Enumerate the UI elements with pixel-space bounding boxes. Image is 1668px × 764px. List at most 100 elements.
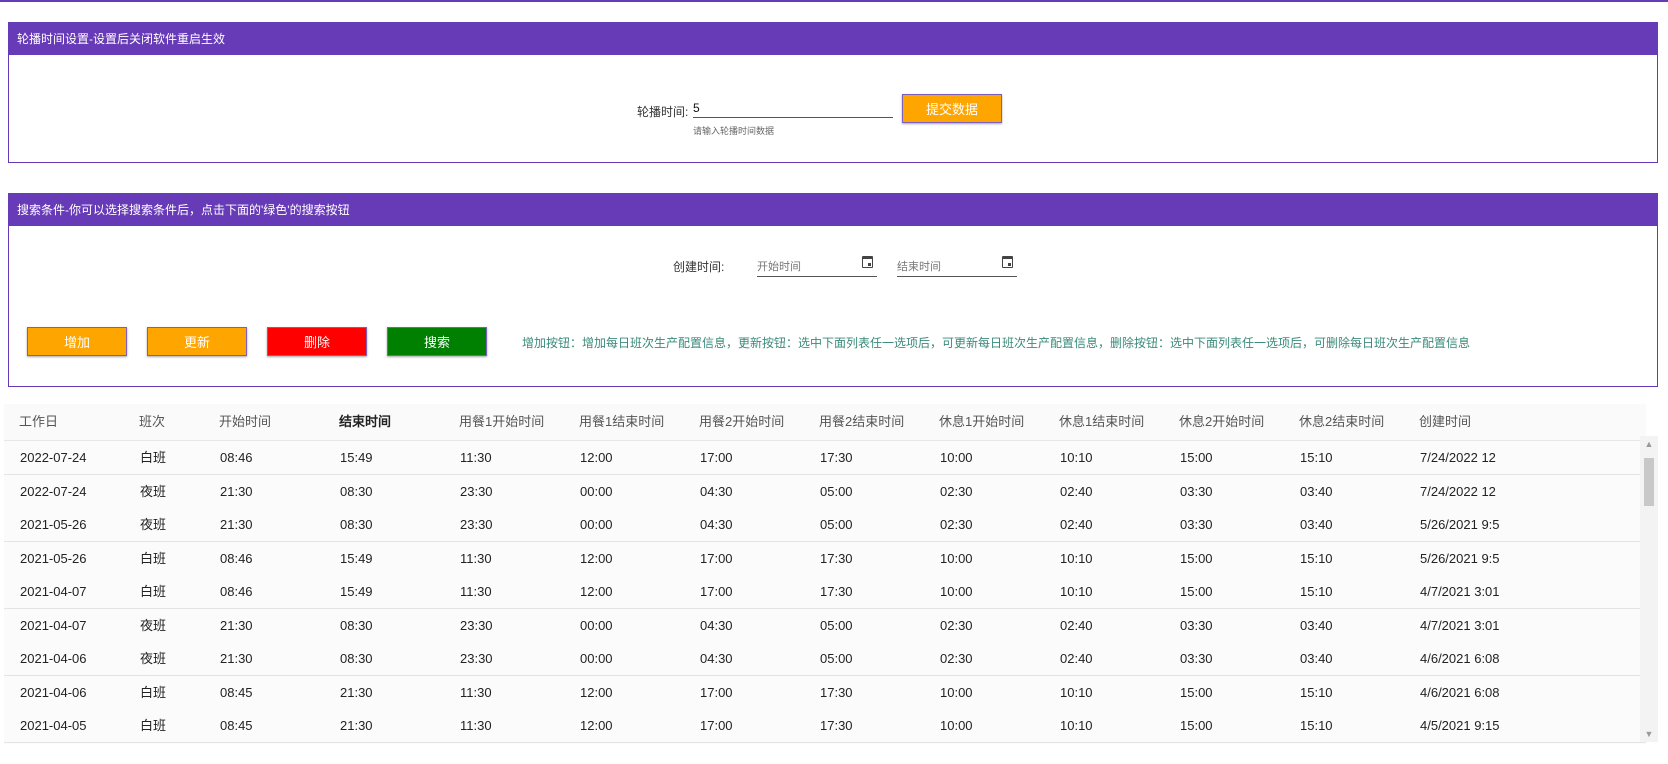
column-header[interactable]: 休息2结束时间 [1299,404,1384,440]
scroll-up-icon[interactable]: ▲ [1640,436,1658,452]
table-cell: 08:45 [220,684,253,700]
table-cell: 21:30 [220,483,253,499]
submit-data-button[interactable]: 提交数据 [902,94,1002,123]
table-cell: 17:30 [820,718,853,733]
table-cell: 12:00 [580,550,613,566]
column-header[interactable]: 用餐1开始时间 [459,404,544,440]
table-cell: 10:10 [1060,584,1093,599]
table-cell: 08:46 [220,584,253,599]
table-row[interactable]: 2021-04-07 白班 08:46 15:49 11:30 12:00 17:00 17:… [4,575,1646,609]
column-header[interactable]: 休息1结束时间 [1059,404,1144,440]
table-cell: 02:30 [940,651,973,666]
buttons-help-text: 增加按钮：增加每日班次生产配置信息，更新按钮：选中下面列表任一选项后，可更新每日… [522,336,1471,350]
scroll-down-icon[interactable]: ▼ [1640,726,1658,742]
table-row[interactable]: 2022-07-24 白班 08:46 15:49 11:30 12:00 17:00 17:… [4,441,1646,475]
table-cell: 夜班 [140,483,167,499]
table-cell: 15:00 [1180,450,1213,465]
table-cell: 17:00 [700,684,733,700]
table-cell: 4/6/2021 6:08 [1420,684,1500,700]
table-cell: 2021-04-05 [20,718,87,733]
column-header[interactable]: 休息2开始时间 [1179,404,1264,440]
table-cell: 17:00 [700,584,733,599]
table-cell: 08:45 [220,718,253,733]
table-cell: 11:30 [460,684,492,700]
table-cell: 12:00 [580,584,613,599]
update-button[interactable]: 更新 [147,327,247,356]
table-row[interactable]: 2021-05-26 白班 08:46 15:49 11:30 12:00 17:00 17:… [4,541,1646,576]
table-row[interactable]: 2021-04-06 白班 08:45 21:30 11:30 12:00 17:00 17:… [4,675,1646,710]
end-date-picker[interactable]: 结束时间 [897,254,1017,277]
table-cell: 4/7/2021 3:01 [1420,584,1500,599]
table-cell: 17:00 [700,718,733,733]
table-cell: 2021-04-07 [20,617,87,633]
table-cell: 02:40 [1060,483,1093,499]
column-header[interactable]: 用餐2开始时间 [699,404,784,440]
table-cell: 03:40 [1300,517,1333,532]
column-header[interactable]: 工作日 [19,404,58,440]
end-date-placeholder: 结束时间 [897,261,941,273]
calendar-icon[interactable] [862,256,873,268]
table-cell: 03:30 [1180,483,1213,499]
shift-config-table: 工作日 班次 开始时间 结束时间 用餐1开始时间 用餐1结束时间 用餐2开始时间… [4,404,1646,744]
delete-button[interactable]: 删除 [267,327,367,356]
table-cell: 白班 [140,450,167,465]
table-cell: 04:30 [700,483,733,499]
column-header[interactable]: 结束时间 [339,404,391,440]
table-row[interactable]: 2021-04-07 夜班 21:30 08:30 23:30 00:00 04:30 05:… [4,608,1646,643]
table-cell: 2021-04-07 [20,584,87,599]
table-row[interactable]: 2021-04-05 白班 08:45 21:30 11:30 12:00 17:00 17:… [4,709,1646,743]
table-row[interactable]: 2021-05-26 夜班 21:30 08:30 23:30 00:00 04:30 05:… [4,508,1646,542]
carousel-time-input[interactable] [693,101,893,118]
table-cell: 23:30 [460,483,493,499]
table-cell: 白班 [140,550,167,566]
search-button[interactable]: 搜索 [387,327,487,356]
table-cell: 10:00 [940,584,973,599]
table-cell: 03:30 [1180,651,1213,666]
table-cell: 08:46 [220,550,253,566]
table-cell: 白班 [140,684,167,700]
table-cell: 白班 [140,584,167,599]
table-row[interactable]: 2022-07-24 夜班 21:30 08:30 23:30 00:00 04:30 05:… [4,474,1646,509]
table-cell: 2022-07-24 [20,450,87,465]
table-cell: 23:30 [460,517,493,532]
column-header[interactable]: 开始时间 [219,404,271,440]
table-cell: 17:30 [820,584,853,599]
column-header[interactable]: 班次 [139,404,165,440]
table-cell: 10:00 [940,718,973,733]
start-date-placeholder: 开始时间 [757,261,801,273]
table-cell: 夜班 [140,517,167,532]
start-date-picker[interactable]: 开始时间 [757,254,877,277]
column-header[interactable]: 用餐2结束时间 [819,404,904,440]
table-cell: 17:30 [820,684,853,700]
table-cell: 2021-05-26 [20,550,87,566]
calendar-icon[interactable] [1002,256,1013,268]
table-cell: 10:00 [940,550,973,566]
table-cell: 15:00 [1180,684,1213,700]
table-cell: 15:10 [1300,450,1333,465]
table-cell: 23:30 [460,651,493,666]
add-button[interactable]: 增加 [27,327,127,356]
table-scrollbar[interactable]: ▲ ▼ [1640,436,1658,742]
table-cell: 05:00 [820,517,853,532]
table-cell: 10:10 [1060,550,1093,566]
table-cell: 23:30 [460,617,493,633]
column-header[interactable]: 休息1开始时间 [939,404,1024,440]
top-accent-line [0,0,1668,2]
table-cell: 15:49 [340,550,373,566]
column-header[interactable]: 创建时间 [1419,404,1471,440]
table-cell: 10:00 [940,684,973,700]
table-row[interactable]: 2021-04-06 夜班 21:30 08:30 23:30 00:00 04:30 05:… [4,642,1646,676]
table-cell: 夜班 [140,617,167,633]
created-time-label: 创建时间: [673,260,725,274]
table-cell: 10:00 [940,450,973,465]
column-header[interactable]: 用餐1结束时间 [579,404,664,440]
table-cell: 02:30 [940,617,973,633]
carousel-time-label: 轮播时间: [637,105,689,119]
table-cell: 5/26/2021 9:5 [1420,517,1500,532]
table-cell: 08:30 [340,617,373,633]
table-cell: 2021-04-06 [20,651,87,666]
carousel-settings-panel: 轮播时间设置-设置后关闭软件重启生效 轮播时间: 请输入轮播时间数据 提交数据 [8,22,1658,163]
scrollbar-thumb[interactable] [1644,458,1654,506]
carousel-panel-title: 轮播时间设置-设置后关闭软件重启生效 [9,23,1657,55]
table-cell: 4/6/2021 6:08 [1420,651,1500,666]
